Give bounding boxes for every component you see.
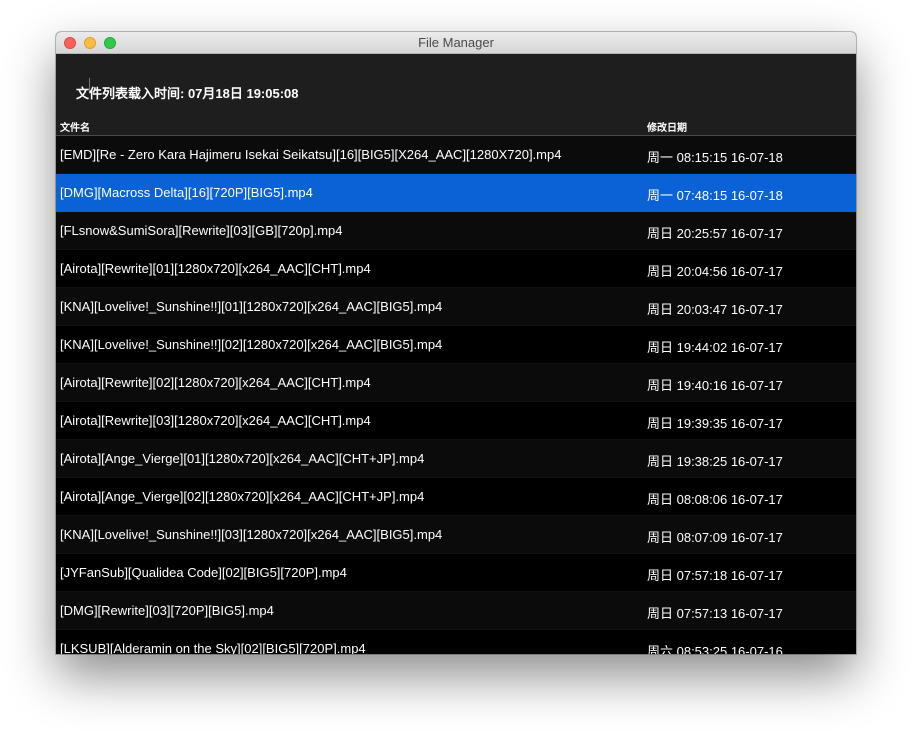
modified-date-cell: 周日 19:38:25 16-07-17 — [647, 454, 783, 469]
file-name-cell: [EMD][Re - Zero Kara Hajimeru Isekai Sei… — [60, 147, 562, 162]
file-name-cell: [Airota][Rewrite][03][1280x720][x264_AAC… — [60, 413, 371, 428]
file-name-cell: [DMG][Rewrite][03][720P][BIG5].mp4 — [60, 603, 274, 618]
file-name-cell: [Airota][Ange_Vierge][02][1280x720][x264… — [60, 489, 425, 504]
table-row[interactable]: [Airota][Rewrite][01][1280x720][x264_AAC… — [56, 250, 856, 288]
load-time-label: 文件列表载入时间: 07月18日 19:05:08 — [76, 86, 299, 101]
modified-date-cell: 周日 07:57:18 16-07-17 — [647, 568, 783, 583]
file-name-cell: [JYFanSub][Qualidea Code][02][BIG5][720P… — [60, 565, 347, 580]
table-row[interactable]: [Airota][Ange_Vierge][02][1280x720][x264… — [56, 478, 856, 516]
modified-date-cell: 周日 20:03:47 16-07-17 — [647, 302, 783, 317]
file-name-cell: [LKSUB][Alderamin on the Sky][02][BIG5][… — [60, 641, 366, 654]
table-header: 文件名 修改日期 — [56, 115, 856, 136]
info-area: 文件列表载入时间: 07月18日 19:05:08 — [56, 54, 856, 115]
window-title: File Manager — [418, 35, 494, 50]
column-header-name[interactable]: 文件名 — [60, 119, 90, 134]
modified-date-cell: 周六 08:53:25 16-07-16 — [647, 644, 783, 654]
modified-date-cell: 周日 20:25:57 16-07-17 — [647, 226, 783, 241]
file-manager-window: File Manager 文件列表载入时间: 07月18日 19:05:08 文… — [56, 32, 856, 654]
modified-date-cell: 周日 19:44:02 16-07-17 — [647, 340, 783, 355]
file-name-cell: [FLsnow&SumiSora][Rewrite][03][GB][720p]… — [60, 223, 343, 238]
title-bar[interactable]: File Manager — [56, 32, 856, 54]
table-row[interactable]: [Airota][Rewrite][02][1280x720][x264_AAC… — [56, 364, 856, 402]
table-row[interactable]: [KNA][Lovelive!_Sunshine!!][03][1280x720… — [56, 516, 856, 554]
table-row[interactable]: [Airota][Rewrite][03][1280x720][x264_AAC… — [56, 402, 856, 440]
file-name-cell: [Airota][Rewrite][01][1280x720][x264_AAC… — [60, 261, 371, 276]
file-name-cell: [Airota][Rewrite][02][1280x720][x264_AAC… — [60, 375, 371, 390]
table-row[interactable]: [DMG][Macross Delta][16][720P][BIG5].mp4… — [56, 174, 856, 212]
modified-date-cell: 周一 08:15:15 16-07-18 — [647, 150, 783, 165]
table-row[interactable]: [Airota][Ange_Vierge][01][1280x720][x264… — [56, 440, 856, 478]
table-row[interactable]: [FLsnow&SumiSora][Rewrite][03][GB][720p]… — [56, 212, 856, 250]
file-name-cell: [Airota][Ange_Vierge][01][1280x720][x264… — [60, 451, 425, 466]
modified-date-cell: 周日 08:07:09 16-07-17 — [647, 530, 783, 545]
file-name-cell: [DMG][Macross Delta][16][720P][BIG5].mp4 — [60, 185, 313, 200]
file-name-cell: [KNA][Lovelive!_Sunshine!!][01][1280x720… — [60, 299, 443, 314]
table-row[interactable]: [DMG][Rewrite][03][720P][BIG5].mp4 周日 07:… — [56, 592, 856, 630]
table-row[interactable]: [EMD][Re - Zero Kara Hajimeru Isekai Sei… — [56, 136, 856, 174]
modified-date-cell: 周日 19:39:35 16-07-17 — [647, 416, 783, 431]
file-name-cell: [KNA][Lovelive!_Sunshine!!][03][1280x720… — [60, 527, 443, 542]
file-name-cell: [KNA][Lovelive!_Sunshine!!][02][1280x720… — [60, 337, 443, 352]
modified-date-cell: 周日 08:08:06 16-07-17 — [647, 492, 783, 507]
modified-date-cell: 周日 20:04:56 16-07-17 — [647, 264, 783, 279]
modified-date-cell: 周日 19:40:16 16-07-17 — [647, 378, 783, 393]
column-header-date[interactable]: 修改日期 — [647, 119, 687, 134]
table-row[interactable]: [KNA][Lovelive!_Sunshine!!][01][1280x720… — [56, 288, 856, 326]
table-row[interactable]: [KNA][Lovelive!_Sunshine!!][02][1280x720… — [56, 326, 856, 364]
table-row[interactable]: [JYFanSub][Qualidea Code][02][BIG5][720P… — [56, 554, 856, 592]
modified-date-cell: 周日 07:57:13 16-07-17 — [647, 606, 783, 621]
file-list[interactable]: [EMD][Re - Zero Kara Hajimeru Isekai Sei… — [56, 136, 856, 654]
modified-date-cell: 周一 07:48:15 16-07-18 — [647, 188, 783, 203]
table-row[interactable]: [LKSUB][Alderamin on the Sky][02][BIG5][… — [56, 630, 856, 654]
